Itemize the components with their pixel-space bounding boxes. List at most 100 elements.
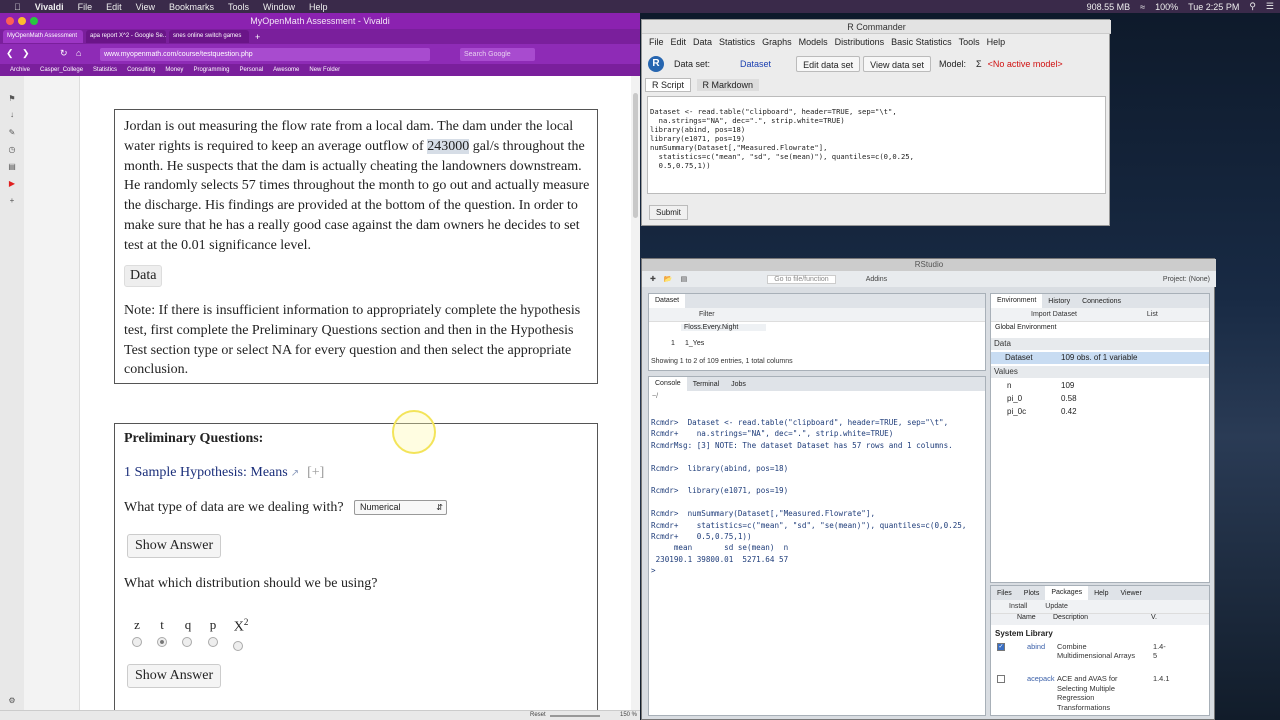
rc-menu-basic-statistics[interactable]: Basic Statistics bbox=[891, 37, 952, 47]
data-button[interactable]: Data bbox=[124, 265, 163, 287]
battery-readout[interactable]: 100% bbox=[1155, 2, 1178, 12]
bookmark-personal[interactable]: Personal bbox=[239, 67, 263, 73]
notes-panel-icon[interactable]: ✎ bbox=[4, 128, 20, 142]
console-output[interactable]: Rcmdr> Dataset <- read.table("clipboard"… bbox=[651, 417, 996, 577]
filter-button[interactable]: Filter bbox=[699, 311, 715, 318]
bookmark-consulting[interactable]: Consulting bbox=[127, 67, 155, 73]
back-icon[interactable]: ❮ bbox=[6, 48, 14, 59]
bookmarks-panel-icon[interactable]: ⚑ bbox=[4, 94, 20, 108]
expand-plus[interactable]: [+] bbox=[307, 465, 324, 480]
menubar-file[interactable]: File bbox=[78, 2, 93, 12]
col-description[interactable]: Description bbox=[1053, 614, 1088, 621]
reload-icon[interactable]: ↻ bbox=[60, 48, 68, 59]
zoom-window-button[interactable] bbox=[30, 17, 38, 25]
tab-r-script[interactable]: R Script bbox=[645, 78, 692, 92]
new-file-icon[interactable]: ✚ bbox=[650, 275, 656, 283]
tab-environment[interactable]: Environment bbox=[991, 294, 1043, 308]
show-answer-button-1[interactable]: Show Answer bbox=[127, 534, 222, 558]
tab-jobs[interactable]: Jobs bbox=[725, 381, 752, 388]
tab-plots[interactable]: Plots bbox=[1018, 590, 1046, 597]
menubar-edit[interactable]: Edit bbox=[106, 2, 122, 12]
bookmark-casper-college[interactable]: Casper_College bbox=[40, 67, 83, 73]
edit-dataset-button[interactable]: Edit data set bbox=[796, 56, 861, 72]
rc-menu-tools[interactable]: Tools bbox=[959, 37, 980, 47]
goto-file-field[interactable]: Go to file/function bbox=[767, 274, 836, 284]
tab-snes[interactable]: snes online switch games bbox=[169, 30, 249, 43]
col-name[interactable]: Name bbox=[1017, 614, 1036, 621]
tab-myopenmath[interactable]: MyOpenMath Assessment bbox=[3, 30, 83, 43]
tab-dataset[interactable]: Dataset bbox=[649, 294, 686, 308]
tab-files[interactable]: Files bbox=[991, 590, 1018, 597]
package-checkbox[interactable] bbox=[997, 675, 1005, 683]
addins-menu[interactable]: Addins bbox=[866, 276, 887, 283]
menubar-tools[interactable]: Tools bbox=[228, 2, 249, 12]
bookmark-statistics[interactable]: Statistics bbox=[93, 67, 117, 73]
active-dataset-button[interactable]: Dataset bbox=[740, 59, 771, 69]
r-script-editor[interactable]: Dataset <- read.table("clipboard", heade… bbox=[647, 96, 1106, 194]
forward-icon[interactable]: ❯ bbox=[22, 48, 30, 59]
bookmark-archive[interactable]: Archive bbox=[10, 67, 30, 73]
downloads-panel-icon[interactable]: ↓ bbox=[4, 110, 20, 124]
rc-menu-file[interactable]: File bbox=[649, 37, 664, 47]
radio-chisq[interactable] bbox=[233, 641, 243, 651]
data-type-select[interactable]: Numerical ⇵ bbox=[354, 500, 447, 515]
rc-menu-edit[interactable]: Edit bbox=[671, 37, 687, 47]
tab-r-markdown[interactable]: R Markdown bbox=[696, 79, 760, 91]
bookmark-awesome[interactable]: Awesome bbox=[273, 67, 299, 73]
bookmark-new-folder[interactable]: New Folder bbox=[309, 67, 340, 73]
rc-menu-graphs[interactable]: Graphs bbox=[762, 37, 792, 47]
bookmark-programming[interactable]: Programming bbox=[193, 67, 229, 73]
page-scrollbar-thumb[interactable] bbox=[633, 93, 638, 218]
menubar-help[interactable]: Help bbox=[309, 2, 328, 12]
install-button[interactable]: Install bbox=[1009, 603, 1027, 610]
show-answer-button-2[interactable]: Show Answer bbox=[127, 664, 222, 688]
zoom-slider[interactable] bbox=[550, 715, 600, 717]
tab-google-search[interactable]: apa report X^2 - Google Se... bbox=[86, 30, 166, 43]
active-model-button[interactable]: <No active model> bbox=[988, 59, 1063, 69]
menubar-view[interactable]: View bbox=[136, 2, 155, 12]
update-button[interactable]: Update bbox=[1045, 603, 1068, 610]
column-header[interactable]: Floss.Every.Night bbox=[681, 324, 766, 331]
search-field[interactable]: Search Google bbox=[460, 47, 535, 61]
search-icon[interactable]: ⚲ bbox=[1249, 1, 1256, 12]
hypothesis-link-text[interactable]: 1 Sample Hypothesis: Means bbox=[124, 465, 288, 480]
radio-z[interactable] bbox=[132, 637, 142, 647]
memory-readout[interactable]: 908.55 MB bbox=[1087, 2, 1131, 12]
youtube-panel-icon[interactable]: ▶ bbox=[4, 179, 20, 193]
clock[interactable]: Tue 2:25 PM bbox=[1188, 2, 1239, 12]
control-center-icon[interactable]: ☰ bbox=[1266, 1, 1274, 12]
tab-history[interactable]: History bbox=[1042, 298, 1076, 305]
package-checkbox-checked[interactable]: ✓ bbox=[997, 643, 1005, 651]
menubar-bookmarks[interactable]: Bookmarks bbox=[169, 2, 214, 12]
radio-p[interactable] bbox=[208, 637, 218, 647]
rc-menu-statistics[interactable]: Statistics bbox=[719, 37, 755, 47]
tab-console[interactable]: Console bbox=[649, 377, 687, 391]
settings-gear-icon[interactable]: ⚙ bbox=[4, 696, 20, 710]
package-name[interactable]: abind bbox=[1027, 642, 1045, 651]
close-window-button[interactable] bbox=[6, 17, 14, 25]
add-panel-icon[interactable]: + bbox=[4, 196, 20, 210]
tab-connections[interactable]: Connections bbox=[1076, 298, 1127, 305]
apple-icon[interactable]:  bbox=[14, 2, 21, 12]
col-version[interactable]: V. bbox=[1151, 614, 1157, 621]
save-icon[interactable]: ▤ bbox=[681, 275, 688, 283]
tab-help[interactable]: Help bbox=[1088, 590, 1114, 597]
list-view-button[interactable]: List bbox=[1147, 311, 1158, 318]
hypothesis-link[interactable]: 1 Sample Hypothesis: Means ↗ [+] bbox=[124, 465, 324, 481]
minimize-window-button[interactable] bbox=[18, 17, 26, 25]
project-menu[interactable]: Project: (None) bbox=[1163, 276, 1210, 283]
tab-packages[interactable]: Packages bbox=[1045, 586, 1089, 600]
package-name[interactable]: acepack bbox=[1027, 674, 1055, 683]
radio-q[interactable] bbox=[182, 637, 192, 647]
zoom-reset[interactable]: Reset bbox=[530, 712, 546, 718]
menubar-app-name[interactable]: Vivaldi bbox=[35, 2, 64, 12]
rc-menu-models[interactable]: Models bbox=[799, 37, 828, 47]
view-dataset-button[interactable]: View data set bbox=[863, 56, 931, 72]
window-panel-icon[interactable]: ▤ bbox=[4, 162, 20, 176]
import-dataset-button[interactable]: Import Dataset bbox=[1031, 311, 1077, 318]
history-panel-icon[interactable]: ◷ bbox=[4, 145, 20, 159]
radio-t-selected[interactable] bbox=[157, 637, 167, 647]
url-field[interactable]: www.myopenmath.com/course/testquestion.p… bbox=[100, 47, 430, 61]
rc-menu-data[interactable]: Data bbox=[693, 37, 712, 47]
global-env-select[interactable]: Global Environment bbox=[995, 324, 1056, 331]
